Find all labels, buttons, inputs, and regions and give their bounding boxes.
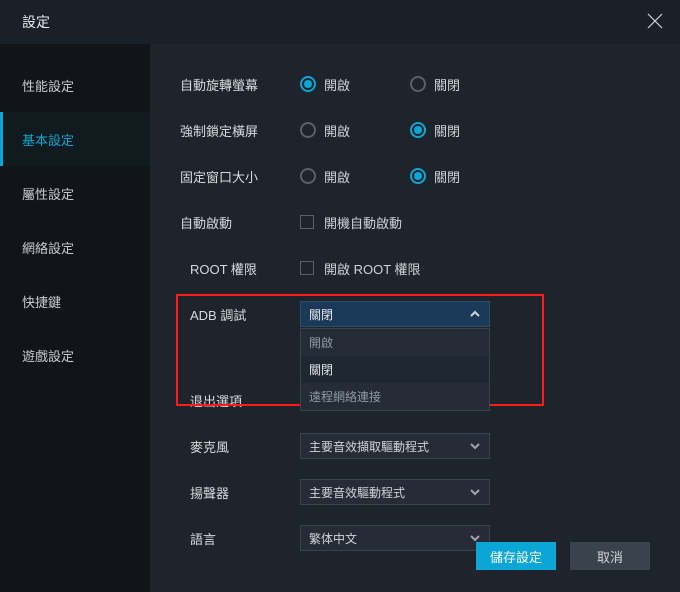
label-exit-option: 退出選項 — [180, 391, 300, 410]
radio-force-landscape-on[interactable]: 開啟 — [300, 121, 350, 140]
checkbox-icon — [300, 215, 314, 229]
label-auto-start: 自動啟動 — [180, 213, 300, 232]
select-adb[interactable]: 關閉 開啟 關閉 遠程網絡連接 — [300, 301, 490, 327]
row-mic: 麥克風 主要音效擷取驅動程式 — [180, 432, 650, 460]
sidebar-item-basic[interactable]: 基本設定 — [0, 112, 150, 166]
radio-auto-rotate-on[interactable]: 開啟 — [300, 75, 350, 94]
sidebar-item-shortcuts[interactable]: 快捷鍵 — [0, 274, 150, 328]
radio-fixed-window-on[interactable]: 開啟 — [300, 167, 350, 186]
sidebar-item-label: 屬性設定 — [22, 184, 74, 203]
option-adb-off[interactable]: 關閉 — [301, 356, 489, 383]
select-language[interactable]: 繁体中文 — [300, 525, 490, 551]
select-value: 主要音效擷取驅動程式 — [309, 438, 429, 455]
sidebar-item-label: 遊戲設定 — [22, 346, 74, 365]
sidebar-item-network[interactable]: 網絡設定 — [0, 220, 150, 274]
radio-icon — [300, 168, 316, 184]
sidebar-item-label: 快捷鍵 — [22, 292, 61, 311]
label-root: ROOT 權限 — [180, 259, 300, 278]
checkbox-root[interactable]: 開啟 ROOT 權限 — [300, 259, 421, 278]
radio-auto-rotate-off[interactable]: 關閉 — [410, 75, 460, 94]
select-value: 關閉 — [309, 306, 333, 323]
settings-panel: 自動旋轉螢幕 開啟 關閉 強制鎖定橫屏 開啟 關閉 固定窗口大小 開啟 關閉 自… — [150, 44, 680, 592]
checkbox-auto-start[interactable]: 開機自動啟動 — [300, 213, 402, 232]
select-value: 繁体中文 — [309, 530, 357, 547]
row-auto-start: 自動啟動 開機自動啟動 — [180, 208, 650, 236]
window-title: 設定 — [22, 12, 50, 32]
footer-buttons: 儲存設定 取消 — [476, 542, 650, 570]
chevron-down-icon — [469, 486, 481, 498]
label-force-landscape: 強制鎖定橫屏 — [180, 121, 300, 140]
save-button[interactable]: 儲存設定 — [476, 542, 556, 570]
sidebar-item-label: 性能設定 — [22, 76, 74, 95]
radio-icon — [300, 122, 316, 138]
select-value: 主要音效驅動程式 — [309, 484, 405, 501]
sidebar-item-properties[interactable]: 屬性設定 — [0, 166, 150, 220]
row-speaker: 揚聲器 主要音效驅動程式 — [180, 478, 650, 506]
radio-fixed-window-off[interactable]: 關閉 — [410, 167, 460, 186]
sidebar: 性能設定 基本設定 屬性設定 網絡設定 快捷鍵 遊戲設定 — [0, 44, 150, 592]
select-mic[interactable]: 主要音效擷取驅動程式 — [300, 433, 490, 459]
sidebar-item-label: 網絡設定 — [22, 238, 74, 257]
label-fixed-window: 固定窗口大小 — [180, 167, 300, 186]
label-mic: 麥克風 — [180, 437, 300, 456]
chevron-up-icon — [469, 308, 481, 320]
cancel-button[interactable]: 取消 — [570, 542, 650, 570]
select-speaker[interactable]: 主要音效驅動程式 — [300, 479, 490, 505]
radio-icon — [410, 122, 426, 138]
row-auto-rotate: 自動旋轉螢幕 開啟 關閉 — [180, 70, 650, 98]
radio-icon — [410, 76, 426, 92]
sidebar-item-performance[interactable]: 性能設定 — [0, 58, 150, 112]
dropdown-adb: 開啟 關閉 遠程網絡連接 — [300, 328, 490, 411]
radio-icon — [410, 168, 426, 184]
row-force-landscape: 強制鎖定橫屏 開啟 關閉 — [180, 116, 650, 144]
close-button[interactable] — [646, 12, 664, 33]
label-language: 語言 — [180, 529, 300, 548]
label-auto-rotate: 自動旋轉螢幕 — [180, 75, 300, 94]
row-adb: ADB 調試 關閉 開啟 關閉 遠程網絡連接 — [180, 300, 650, 328]
sidebar-item-game[interactable]: 遊戲設定 — [0, 328, 150, 382]
option-adb-on[interactable]: 開啟 — [301, 329, 489, 356]
sidebar-item-label: 基本設定 — [22, 130, 74, 149]
close-icon — [646, 12, 664, 30]
row-fixed-window: 固定窗口大小 開啟 關閉 — [180, 162, 650, 190]
checkbox-icon — [300, 261, 314, 275]
chevron-down-icon — [469, 440, 481, 452]
label-speaker: 揚聲器 — [180, 483, 300, 502]
radio-icon — [300, 76, 316, 92]
option-adb-remote[interactable]: 遠程網絡連接 — [301, 383, 489, 410]
row-root: ROOT 權限 開啟 ROOT 權限 — [180, 254, 650, 282]
label-adb: ADB 調試 — [180, 305, 300, 324]
radio-force-landscape-off[interactable]: 關閉 — [410, 121, 460, 140]
titlebar: 設定 — [0, 0, 680, 44]
